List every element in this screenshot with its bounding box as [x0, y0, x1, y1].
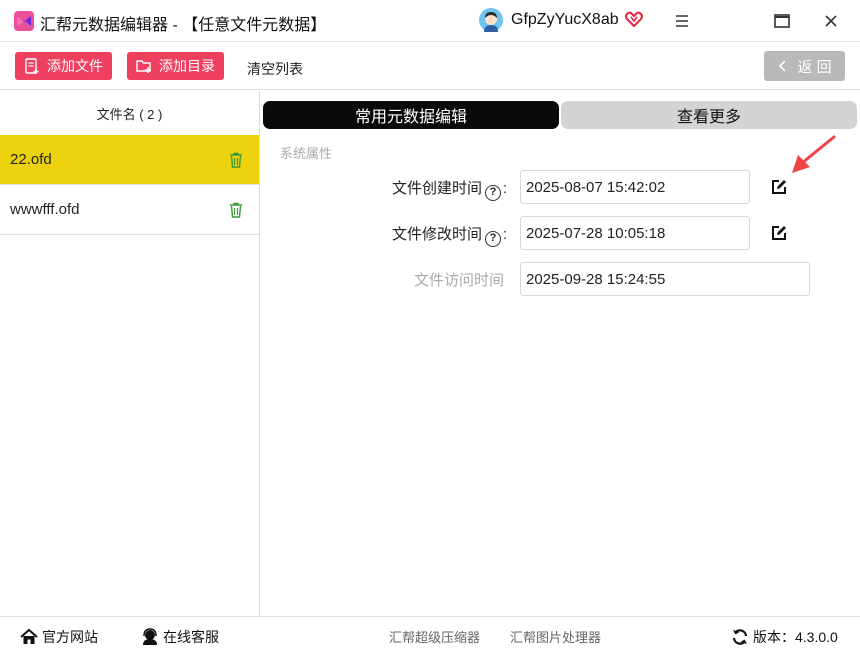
- title-bar: 汇帮元数据编辑器 - 【任意文件元数据】 GfpZyYucX8ab: [0, 0, 860, 42]
- home-icon: [20, 628, 38, 644]
- image-processor-link[interactable]: 汇帮图片处理器: [510, 627, 601, 646]
- created-time-input[interactable]: 2025-08-07 15:42:02: [520, 170, 750, 204]
- chevron-left-icon: [779, 60, 786, 72]
- refresh-icon: [732, 629, 748, 645]
- modified-time-label: 文件修改时间?:: [392, 223, 507, 247]
- online-support-link[interactable]: 在线客服: [141, 627, 219, 647]
- menu-icon[interactable]: [671, 10, 693, 32]
- edit-icon[interactable]: [770, 224, 788, 242]
- accessed-time-input[interactable]: 2025-09-28 15:24:55: [520, 262, 810, 296]
- maximize-icon[interactable]: [771, 10, 793, 32]
- online-support-label: 在线客服: [163, 629, 219, 645]
- version-label: 版本：4.3.0.0: [753, 629, 838, 645]
- file-list-header: 文件名 ( 2 ): [96, 106, 163, 122]
- close-icon[interactable]: [820, 10, 842, 32]
- official-website-label: 官方网站: [42, 629, 98, 645]
- file-list-panel: 文件名 ( 2 ) 22.ofd wwwfff.ofd: [0, 91, 260, 616]
- tab-view-more[interactable]: 查看更多: [561, 101, 857, 129]
- add-file-icon: [25, 58, 39, 74]
- username: GfpZyYucX8ab: [511, 11, 619, 28]
- official-website-link[interactable]: 官方网站: [20, 627, 98, 647]
- label-colon: :: [503, 180, 508, 197]
- back-label: 返 回: [797, 58, 832, 76]
- modified-time-input[interactable]: 2025-07-28 10:05:18: [520, 216, 750, 250]
- file-name: 22.ofd: [10, 151, 52, 168]
- pointer-arrow-icon: [792, 135, 836, 173]
- section-label: 系统属性: [280, 146, 333, 161]
- add-directory-label: 添加目录: [159, 58, 215, 74]
- back-button[interactable]: 返 回: [764, 51, 845, 81]
- status-bar: 官方网站 在线客服 汇帮超级压缩器 汇帮图片处理器 版本：4.3.0.0: [0, 616, 860, 650]
- add-file-label: 添加文件: [47, 58, 103, 74]
- add-file-button[interactable]: 添加文件: [15, 52, 112, 80]
- file-row-wwwfff-ofd[interactable]: wwwfff.ofd: [0, 185, 259, 235]
- window-title: 汇帮元数据编辑器 - 【任意文件元数据】: [40, 17, 327, 34]
- help-icon[interactable]: ?: [485, 231, 502, 247]
- add-folder-icon: [136, 60, 151, 73]
- clear-list-button[interactable]: 清空列表: [247, 59, 303, 79]
- file-row-22-ofd[interactable]: 22.ofd: [0, 135, 259, 185]
- label-colon: :: [503, 226, 508, 243]
- file-name: wwwfff.ofd: [10, 201, 80, 218]
- accessed-time-label: 文件访问时间: [414, 272, 505, 289]
- version-info[interactable]: 版本：4.3.0.0: [731, 627, 838, 647]
- add-directory-button[interactable]: 添加目录: [127, 52, 224, 80]
- avatar[interactable]: [479, 8, 503, 32]
- tab-common-metadata[interactable]: 常用元数据编辑: [263, 101, 559, 129]
- help-icon[interactable]: ?: [485, 185, 502, 201]
- vip-heart-icon: [625, 11, 643, 27]
- created-time-label: 文件创建时间?:: [392, 177, 507, 201]
- headset-icon: [143, 628, 157, 645]
- delete-icon[interactable]: [229, 202, 243, 218]
- super-compressor-link[interactable]: 汇帮超级压缩器: [389, 627, 480, 646]
- delete-icon[interactable]: [229, 152, 243, 168]
- created-time-label-text: 文件创建时间: [392, 180, 483, 197]
- app-logo-icon: [14, 11, 34, 31]
- edit-icon[interactable]: [770, 178, 788, 196]
- toolbar: 添加文件 添加目录 清空列表 返 回: [0, 42, 860, 90]
- modified-time-label-text: 文件修改时间: [392, 226, 483, 243]
